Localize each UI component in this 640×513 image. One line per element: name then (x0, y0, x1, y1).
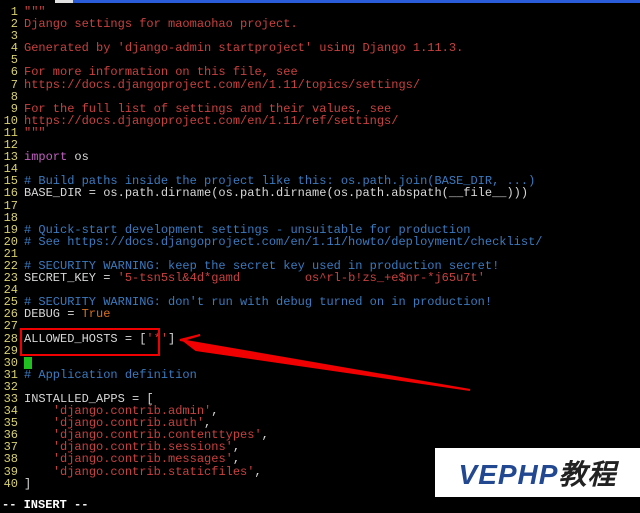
code-content: BASE_DIR = os.path.dirname(os.path.dirna… (24, 187, 640, 199)
code-content: # See https://docs.djangoproject.com/en/… (24, 236, 640, 248)
code-line[interactable]: 11""" (0, 127, 640, 139)
line-number: 17 (0, 200, 18, 212)
code-line[interactable]: 20# See https://docs.djangoproject.com/e… (0, 236, 640, 248)
line-number: 6 (0, 66, 18, 78)
code-line[interactable]: 23SECRET_KEY = '5-tsn5sl&4d*gamd os^rl-b… (0, 272, 640, 284)
code-line[interactable]: 2Django settings for maomaohao project. (0, 18, 640, 30)
code-content: ALLOWED_HOSTS = ['*'] (24, 333, 640, 345)
code-content: import os (24, 151, 640, 163)
code-lines: 1"""2Django settings for maomaohao proje… (0, 6, 640, 490)
code-content: DEBUG = True (24, 308, 640, 320)
code-line[interactable]: 7 https://docs.djangoproject.com/en/1.11/… (0, 79, 640, 91)
code-content: Django settings for maomaohao project. (24, 18, 640, 30)
line-number: 7 (0, 79, 18, 91)
code-content: https://docs.djangoproject.com/en/1.11/t… (24, 79, 640, 91)
line-number: 38 (0, 453, 18, 465)
code-content: # SECURITY WARNING: don't run with debug… (24, 296, 640, 308)
line-number: 30 (0, 357, 18, 369)
line-number: 39 (0, 466, 18, 478)
watermark-text: VEPHP教程 (459, 453, 617, 493)
watermark-badge: VEPHP教程 (435, 448, 640, 498)
line-number: 29 (0, 345, 18, 357)
code-line[interactable]: 16 BASE_DIR = os.path.dirname(os.path.dir… (0, 187, 640, 199)
code-line[interactable]: 29 (0, 345, 640, 357)
line-number: 27 (0, 320, 18, 332)
editor-status: -- INSERT -- (0, 497, 640, 513)
code-line[interactable]: 28 ALLOWED_HOSTS = ['*'] (0, 333, 640, 345)
code-line[interactable]: 26DEBUG = True (0, 308, 640, 320)
code-line[interactable]: 4Generated by 'django-admin startproject… (0, 42, 640, 54)
line-number: 40 (0, 478, 18, 490)
line-number: 19 (0, 224, 18, 236)
code-line[interactable]: 12 (0, 139, 640, 151)
code-content: Generated by 'django-admin startproject'… (24, 42, 640, 54)
code-content: """ (24, 127, 640, 139)
code-line[interactable]: 17 (0, 200, 640, 212)
line-number: 28 (0, 333, 18, 345)
code-content: https://docs.djangoproject.com/en/1.11/r… (24, 115, 640, 127)
line-number: 8 (0, 91, 18, 103)
code-line[interactable]: 10https://docs.djangoproject.com/en/1.11… (0, 115, 640, 127)
code-content: # Application definition (24, 369, 640, 381)
code-editor[interactable]: 1"""2Django settings for maomaohao proje… (0, 0, 640, 513)
code-line[interactable]: 13import os (0, 151, 640, 163)
tab-bar (55, 0, 640, 3)
code-content: SECRET_KEY = '5-tsn5sl&4d*gamd os^rl-b!z… (24, 272, 640, 284)
code-line[interactable]: 31# Application definition (0, 369, 640, 381)
line-number: 16 (0, 187, 18, 199)
line-number: 18 (0, 212, 18, 224)
